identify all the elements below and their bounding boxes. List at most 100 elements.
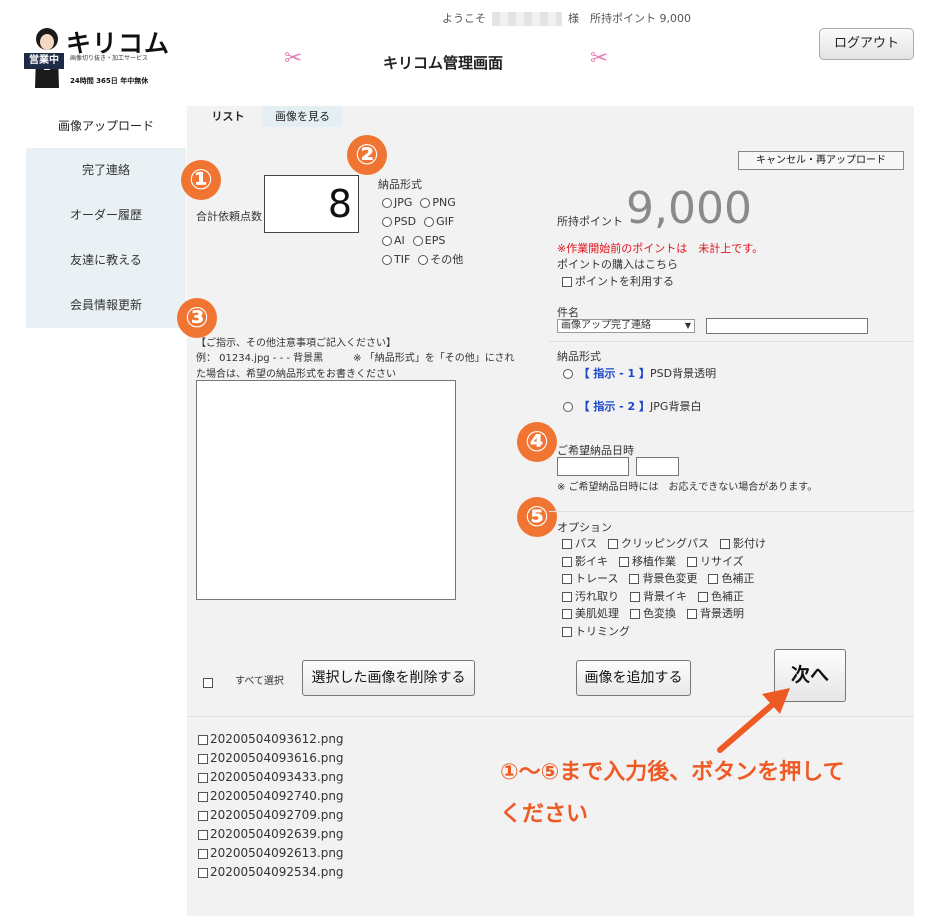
option-checkbox[interactable]: トリミング: [562, 625, 630, 638]
radio-icon: [382, 198, 392, 208]
scissors-icon: ✂: [284, 46, 303, 71]
count-input[interactable]: 8: [264, 175, 359, 233]
checkbox-icon: [629, 574, 640, 585]
sidebar-item-refer-friend[interactable]: 友達に教える: [26, 238, 186, 283]
checkbox-icon: [698, 591, 708, 602]
list-item[interactable]: 20200504092709.png: [198, 806, 344, 825]
checkbox-icon: [198, 772, 208, 783]
checkbox-icon: [203, 677, 213, 688]
radio-icon: [382, 236, 392, 246]
logout-button[interactable]: ログアウト: [819, 28, 914, 60]
radio-icon: [424, 217, 435, 227]
tab-list[interactable]: リスト: [195, 106, 261, 127]
list-item[interactable]: 20200504092613.png: [198, 844, 344, 863]
option-checkbox[interactable]: リサイズ: [687, 555, 744, 568]
annotation-1: ①: [181, 160, 221, 200]
list-item[interactable]: 20200504093616.png: [198, 749, 344, 768]
delete-selected-button[interactable]: 選択した画像を削除する: [302, 660, 475, 696]
option-checkbox[interactable]: 色変換: [630, 607, 676, 620]
checkbox-icon: [708, 574, 719, 585]
list-item[interactable]: 20200504093433.png: [198, 768, 344, 787]
add-image-button[interactable]: 画像を追加する: [576, 660, 691, 696]
option-checkbox[interactable]: 色補正: [698, 590, 744, 603]
format-option[interactable]: AI: [382, 232, 405, 249]
checkbox-icon: [198, 848, 208, 859]
count-value: 8: [327, 182, 352, 226]
points-notice: ※作業開始前のポイントは 未計上です。: [557, 242, 764, 255]
tab-view-images[interactable]: 画像を見る: [263, 106, 342, 127]
divider: [549, 511, 914, 512]
due-date-input[interactable]: [557, 457, 629, 476]
page-title: キリコム管理画面: [383, 54, 504, 72]
option-checkbox[interactable]: 移植作業: [619, 555, 676, 568]
annotation-4: ④: [517, 422, 557, 462]
use-points-checkbox[interactable]: ポイントを利用する: [562, 273, 674, 289]
option-checkbox[interactable]: 色補正: [708, 572, 754, 585]
radio-icon: [563, 369, 573, 379]
list-item[interactable]: 20200504093612.png: [198, 730, 344, 749]
option-checkbox[interactable]: 美肌処理: [562, 607, 619, 620]
open-badge: 営業中: [24, 53, 64, 69]
option-checkbox[interactable]: トレース: [562, 572, 618, 585]
instructions-example: た場合は、希望の納品形式をお書きください: [196, 369, 396, 380]
subject-input[interactable]: [706, 318, 868, 334]
subject-label: 件名: [557, 306, 579, 319]
list-item[interactable]: 20200504092639.png: [198, 825, 344, 844]
subject-select[interactable]: 画像アップ完了連絡 ▼: [557, 319, 695, 333]
redacted-username: [492, 12, 562, 26]
points-value: 9,000: [626, 183, 752, 234]
checkbox-icon: [198, 753, 208, 764]
sidebar-item-order-history[interactable]: オーダー履歴: [26, 193, 186, 238]
radio-icon: [563, 402, 573, 412]
option-checkbox[interactable]: 汚れ取り: [562, 590, 619, 603]
format-option[interactable]: TIF: [382, 251, 410, 268]
format-label: 納品形式: [378, 178, 422, 191]
annotation-2: ②: [347, 135, 387, 175]
header-points: 所持ポイント 9,000: [590, 12, 691, 25]
option-checkbox[interactable]: クリッピングパス: [608, 537, 709, 550]
welcome-text: ようこそ様 所持ポイント 9,000: [442, 12, 691, 26]
delivery-option-1[interactable]: 【 指示 - 1 】PSD背景透明: [563, 365, 716, 381]
sidebar-item-member-update[interactable]: 会員情報更新: [26, 283, 186, 328]
logo: 営業中 キリコム 画像切り抜き・加工サービス 24時間 365日 年中無休: [22, 22, 172, 92]
select-all-checkbox[interactable]: [203, 672, 216, 691]
format-options: JPG PNG PSD GIF AI EPS TIF その他: [382, 192, 492, 268]
list-item[interactable]: 20200504092740.png: [198, 787, 344, 806]
instructions-textarea[interactable]: [196, 380, 456, 600]
sidebar-item-completion[interactable]: 完了連絡: [26, 148, 186, 193]
option-checkbox[interactable]: 背景イキ: [630, 590, 687, 603]
due-date-note: ※ ご希望納品日時には お応えできない場合があります。: [557, 482, 818, 493]
checkbox-icon: [687, 556, 697, 567]
list-item[interactable]: 20200504092534.png: [198, 863, 344, 882]
delivery-option-2[interactable]: 【 指示 - 2 】JPG背景白: [563, 398, 701, 414]
format-option[interactable]: PNG: [420, 194, 456, 211]
select-all-label: すべて選択: [235, 676, 284, 687]
due-time-input[interactable]: [636, 457, 679, 476]
options-list: パス クリッピングパス 影付け 影イキ 移植作業 リサイズ トレース 背景色変更…: [562, 535, 766, 641]
cancel-reupload-button[interactable]: キャンセル・再アップロード: [738, 151, 904, 170]
option-checkbox[interactable]: 影イキ: [562, 555, 608, 568]
due-date-label: ご希望納品日時: [557, 444, 634, 457]
format-option[interactable]: GIF: [424, 213, 454, 230]
points-purchase-link[interactable]: ポイントの購入はこちら: [557, 256, 678, 272]
file-list: 20200504093612.png 20200504093616.png 20…: [198, 730, 344, 882]
checkbox-icon: [198, 791, 208, 802]
checkbox-icon: [687, 609, 697, 620]
checkbox-icon: [619, 556, 629, 567]
format-option[interactable]: JPG: [382, 194, 412, 211]
format-option[interactable]: EPS: [412, 232, 445, 249]
divider: [549, 341, 914, 342]
checkbox-icon: [608, 539, 618, 549]
option-checkbox[interactable]: パス: [562, 537, 597, 550]
checkbox-icon: [562, 574, 572, 585]
count-label: 合計依頼点数: [196, 210, 262, 223]
format-option[interactable]: PSD: [382, 213, 416, 230]
option-checkbox[interactable]: 影付け: [720, 537, 766, 550]
sidebar-item-upload[interactable]: 画像アップロード: [26, 106, 186, 148]
chevron-down-icon: ▼: [684, 321, 691, 330]
format-option[interactable]: その他: [418, 251, 463, 268]
option-checkbox[interactable]: 背景色変更: [629, 572, 697, 585]
checkbox-icon: [198, 734, 208, 745]
instructions-heading: 【ご指示、その他注意事項ご記入ください】: [196, 338, 396, 349]
option-checkbox[interactable]: 背景透明: [687, 607, 744, 620]
